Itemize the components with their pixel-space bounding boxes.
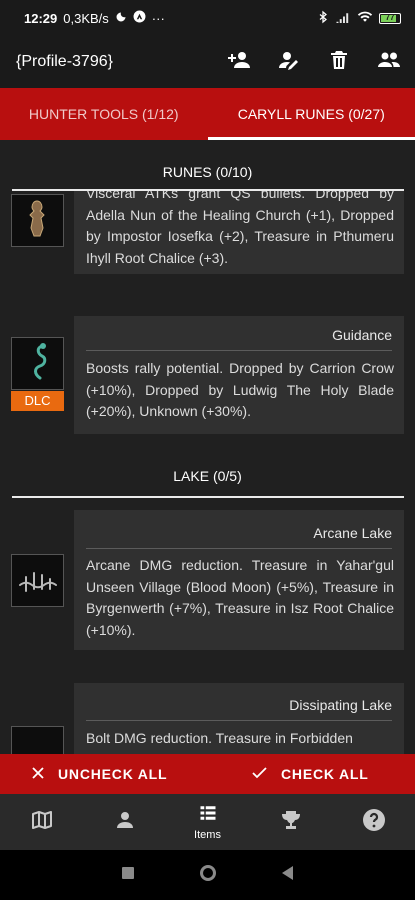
rune-card[interactable]: Visceral ATKs grant QS bullets. Dropped … — [74, 185, 404, 274]
nav-items[interactable]: Items — [166, 794, 249, 850]
recents-icon[interactable] — [119, 864, 137, 887]
battery-level: 77 — [385, 12, 395, 22]
rune-card-guidance[interactable]: Guidance Boosts rally potential. Dropped… — [74, 316, 404, 434]
check-all-button[interactable]: CHECK ALL — [252, 766, 369, 782]
home-icon[interactable] — [199, 864, 217, 887]
tab-bar: HUNTER TOOLS (1/12) CARYLL RUNES (0/27) — [0, 88, 415, 140]
card-divider — [86, 720, 392, 721]
card-divider — [86, 548, 392, 549]
rune-description: Visceral ATKs grant QS bullets. Dropped … — [86, 185, 394, 266]
uncheck-all-label: UNCHECK ALL — [58, 766, 168, 782]
rune-icon[interactable] — [11, 194, 64, 247]
section-header-runes: RUNES (0/10) — [162, 164, 253, 180]
profile-title: {Profile-3796} — [16, 53, 113, 70]
arcane-lake-rune-icon[interactable] — [11, 554, 64, 607]
nav-items-label: Items — [194, 828, 221, 841]
map-icon — [30, 808, 54, 837]
status-bar: 12:29 0,3KB/s ··· 77 — [0, 0, 415, 36]
status-time: 12:29 — [24, 10, 58, 26]
wifi-icon — [357, 10, 373, 26]
uncheck-all-button[interactable]: UNCHECK ALL — [32, 766, 167, 782]
check-icon — [252, 766, 267, 782]
profiles-icon[interactable] — [377, 48, 401, 77]
bluetooth-icon — [317, 10, 329, 27]
moon-icon — [115, 11, 127, 26]
rune-title: Guidance — [332, 327, 392, 343]
nav-profile[interactable] — [83, 794, 166, 850]
rune-description: Boosts rally potential. Dropped by Carri… — [86, 360, 394, 419]
signal-icon — [335, 10, 351, 26]
guidance-rune-icon[interactable] — [11, 337, 64, 390]
edit-person-icon[interactable] — [277, 48, 301, 77]
dlc-badge: DLC — [11, 391, 64, 411]
status-speed: 0,3KB/s — [63, 10, 109, 26]
app-bar: {Profile-3796} — [0, 36, 415, 88]
nav-trophies[interactable] — [249, 794, 332, 850]
rune-description: Arcane DMG reduction. Treasure in Yahar'… — [86, 557, 394, 638]
list-icon — [197, 804, 219, 827]
system-navigation-bar — [0, 850, 415, 900]
trophy-icon — [279, 808, 303, 837]
check-all-label: CHECK ALL — [281, 766, 369, 782]
rune-title: Dissipating Lake — [289, 697, 392, 713]
close-icon — [32, 766, 44, 782]
help-icon — [362, 808, 386, 837]
battery-icon: 77 — [379, 12, 401, 24]
nav-map[interactable] — [0, 794, 83, 850]
dissipating-lake-rune-icon[interactable] — [11, 726, 64, 754]
nav-help[interactable] — [332, 794, 415, 850]
runes-list[interactable]: Visceral ATKs grant QS bullets. Dropped … — [0, 140, 415, 754]
rune-card-dissipating-lake[interactable]: Dissipating Lake Bolt DMG reduction. Tre… — [74, 683, 404, 754]
tab-caryll-runes[interactable]: CARYLL RUNES (0/27) — [207, 88, 415, 140]
back-icon[interactable] — [279, 864, 297, 887]
more-notifications-icon: ··· — [151, 10, 165, 26]
add-person-icon[interactable] — [227, 48, 251, 77]
rune-description: Bolt DMG reduction. Treasure in Forbidde… — [86, 730, 353, 746]
tab-hunter-tools[interactable]: HUNTER TOOLS (1/12) — [0, 88, 208, 140]
card-divider — [86, 350, 392, 351]
bulk-action-bar: UNCHECK ALL CHECK ALL — [0, 754, 415, 794]
app-notification-icon — [133, 10, 146, 26]
section-divider — [12, 189, 404, 191]
section-header-lake: LAKE (0/5) — [173, 468, 242, 484]
delete-icon[interactable] — [327, 48, 351, 77]
app-screen: 12:29 0,3KB/s ··· 77 {Profile-3796} HUNT… — [0, 0, 415, 900]
person-icon — [113, 808, 137, 837]
section-divider — [12, 496, 404, 498]
bottom-navigation: Items — [0, 794, 415, 850]
rune-title: Arcane Lake — [313, 525, 392, 541]
rune-card-arcane-lake[interactable]: Arcane Lake Arcane DMG reduction. Treasu… — [74, 510, 404, 650]
